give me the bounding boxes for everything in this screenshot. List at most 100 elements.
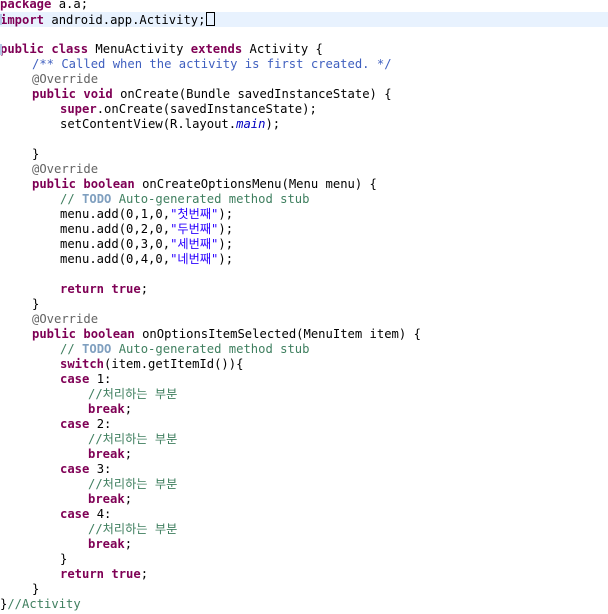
code-line-override[interactable]: @Override	[32, 312, 608, 327]
keyword: extends	[190, 42, 243, 56]
code-text: a.a;	[51, 0, 89, 11]
code-line-brace[interactable]: }	[32, 147, 608, 162]
code-line-oncreate[interactable]: public void onCreate(Bundle savedInstanc…	[32, 87, 608, 102]
code-line-menu-add[interactable]: menu.add(0,3,0,"세번째");	[60, 237, 608, 252]
code-text: }	[60, 552, 68, 566]
code-editor[interactable]: package a.a; import android.app.Activity…	[0, 0, 608, 614]
keyword: public	[32, 177, 77, 191]
code-text: );	[265, 117, 281, 131]
fold-marker-icon[interactable]	[0, 14, 2, 25]
comment: //	[60, 342, 83, 356]
keyword: boolean	[83, 327, 135, 341]
keyword: break	[88, 492, 125, 506]
annotation: @Override	[32, 72, 99, 86]
code-text: 4:	[89, 507, 112, 521]
code-line-case[interactable]: case 2:	[60, 417, 608, 432]
comment: //처리하는 부분	[88, 477, 178, 491]
code-text: .onCreate(savedInstanceState);	[96, 102, 317, 116]
keyword: case	[60, 417, 90, 431]
code-text: }	[32, 147, 40, 161]
keyword: case	[60, 372, 90, 386]
code-text: onCreateOptionsMenu(Menu menu) {	[134, 177, 377, 191]
code-line-onoptionsitemselected[interactable]: public boolean onOptionsItemSelected(Men…	[32, 327, 608, 342]
code-text: onOptionsItemSelected(MenuItem item) {	[134, 327, 421, 341]
string-literal: "첫번째"	[170, 207, 219, 221]
code-line-import[interactable]: import android.app.Activity;	[0, 12, 608, 27]
keyword: break	[88, 447, 125, 461]
keyword: return	[60, 282, 105, 296]
code-line-break[interactable]: break;	[88, 402, 608, 417]
code-text: ;	[124, 537, 133, 551]
code-line-comment[interactable]: //처리하는 부분	[88, 387, 608, 402]
keyword: true	[111, 567, 141, 581]
keyword: package	[0, 0, 52, 11]
code-line-menu-add[interactable]: menu.add(0,4,0,"네번째");	[60, 252, 608, 267]
code-text: );	[218, 252, 234, 266]
code-text: );	[218, 222, 234, 236]
code-line-menu-add[interactable]: menu.add(0,2,0,"두번째");	[60, 222, 608, 237]
keyword: import	[0, 13, 45, 27]
code-text: ;	[124, 492, 133, 506]
code-line-setcontentview[interactable]: setContentView(R.layout.main);	[60, 117, 608, 132]
code-line-super[interactable]: super.onCreate(savedInstanceState);	[60, 102, 608, 117]
javadoc-comment: /** Called when the activity is first cr…	[32, 57, 392, 71]
code-line-comment[interactable]: //처리하는 부분	[88, 522, 608, 537]
code-line-brace[interactable]: }	[32, 582, 608, 597]
code-line-override[interactable]: @Override	[32, 162, 608, 177]
keyword: void	[83, 87, 113, 101]
code-line-menu-add[interactable]: menu.add(0,1,0,"첫번째");	[60, 207, 608, 222]
comment: //	[60, 192, 83, 206]
code-line-override[interactable]: @Override	[32, 72, 608, 87]
keyword: return	[60, 567, 105, 581]
code-text: 3:	[89, 462, 112, 476]
keyword: boolean	[83, 177, 135, 191]
keyword: break	[88, 537, 125, 551]
code-line-return[interactable]: return true;	[60, 567, 608, 582]
code-text: ;	[140, 567, 149, 581]
code-line-case[interactable]: case 4:	[60, 507, 608, 522]
fold-marker-icon[interactable]	[0, 44, 2, 55]
code-line-class-end[interactable]: }//Activity	[0, 597, 608, 612]
code-line-comment[interactable]: //처리하는 부분	[88, 432, 608, 447]
keyword: case	[60, 507, 90, 521]
code-line-break[interactable]: break;	[88, 492, 608, 507]
code-line-case[interactable]: case 1:	[60, 372, 608, 387]
code-text: onCreate(Bundle savedInstanceState) {	[112, 87, 392, 101]
code-line-switch[interactable]: switch(item.getItemId()){	[60, 357, 608, 372]
annotation: @Override	[32, 312, 99, 326]
keyword: case	[60, 462, 90, 476]
code-text: setContentView(R.layout.	[60, 117, 237, 131]
code-line-break[interactable]: break;	[88, 447, 608, 462]
code-text: Activity {	[242, 42, 323, 56]
code-text: (item.getItemId()){	[104, 357, 244, 371]
code-line-brace[interactable]: }	[60, 552, 608, 567]
code-line-return[interactable]: return true;	[60, 282, 608, 297]
keyword: break	[88, 402, 125, 416]
code-line-case[interactable]: case 3:	[60, 462, 608, 477]
code-line-brace[interactable]: }	[32, 297, 608, 312]
code-text: MenuActivity	[88, 42, 191, 56]
todo-tag: TODO	[82, 192, 112, 206]
code-line-package[interactable]: package a.a;	[0, 0, 608, 12]
keyword: true	[111, 282, 141, 296]
comment: Auto-generated method stub	[111, 192, 310, 206]
code-line-javadoc[interactable]: /** Called when the activity is first cr…	[32, 57, 608, 72]
code-text: }	[32, 297, 40, 311]
code-text: menu.add(0,1,0,	[60, 207, 171, 221]
code-text: menu.add(0,2,0,	[60, 222, 171, 236]
code-line-todo-comment[interactable]: // TODO Auto-generated method stub	[60, 192, 608, 207]
code-line-oncreateoptionsmenu[interactable]: public boolean onCreateOptionsMenu(Menu …	[32, 177, 608, 192]
code-text: 1:	[89, 372, 112, 386]
string-literal: "네번째"	[170, 252, 219, 266]
code-line-comment[interactable]: //처리하는 부분	[88, 477, 608, 492]
folded-imports-icon[interactable]	[206, 12, 216, 26]
code-line-todo-comment[interactable]: // TODO Auto-generated method stub	[60, 342, 608, 357]
code-text: );	[218, 207, 234, 221]
keyword: public	[32, 87, 77, 101]
field-reference: main	[236, 117, 266, 131]
annotation: @Override	[32, 162, 99, 176]
code-line-class-decl[interactable]: public class MenuActivity extends Activi…	[0, 42, 608, 57]
comment: Auto-generated method stub	[111, 342, 310, 356]
string-literal: "세번째"	[170, 237, 219, 251]
code-line-break[interactable]: break;	[88, 537, 608, 552]
